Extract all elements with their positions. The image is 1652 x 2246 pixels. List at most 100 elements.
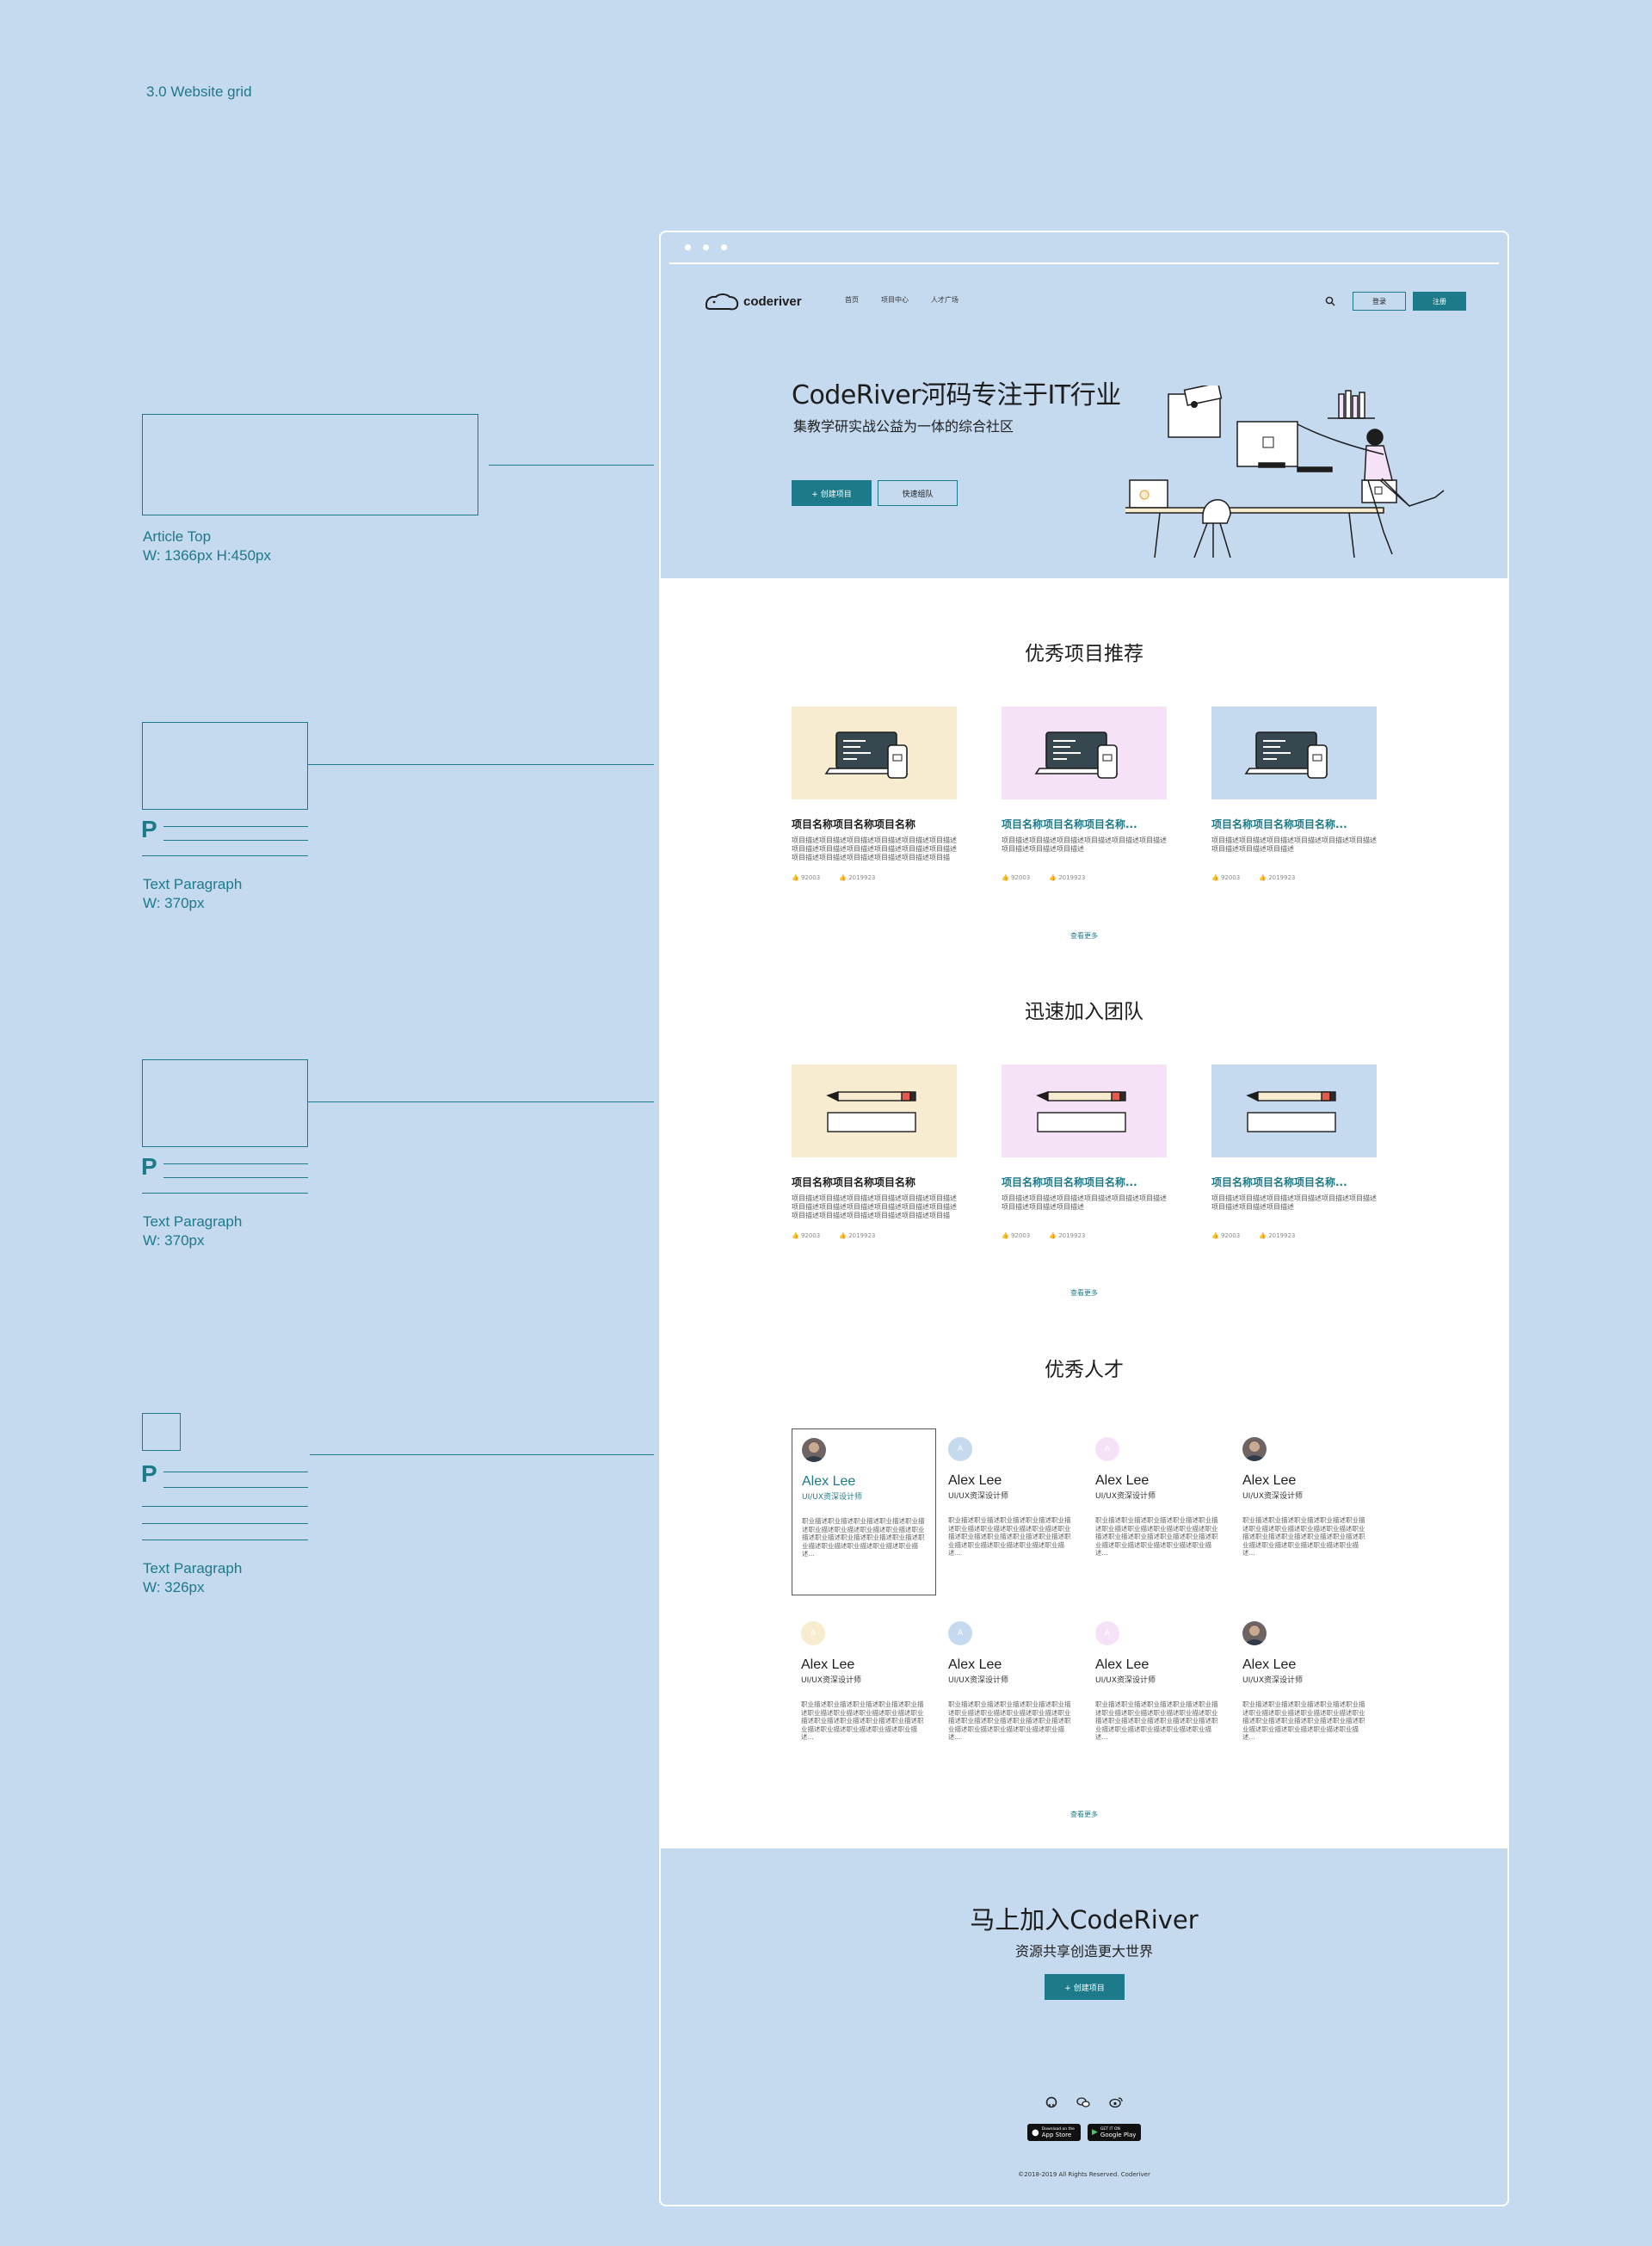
text-line — [163, 826, 308, 827]
avatar: A — [1095, 1621, 1119, 1645]
date-value: 2019923 — [1268, 1232, 1296, 1239]
date: 👍 2019923 — [1049, 1232, 1086, 1239]
project-card[interactable]: 项目名称项目名称项目名称 项目描述项目描述项目描述项目描述项目描述项目描述项目描… — [792, 707, 957, 881]
team-card[interactable]: 项目名称项目名称项目名称 项目描述项目描述项目描述项目描述项目描述项目描述项目描… — [792, 1064, 957, 1239]
date-value: 2019923 — [848, 1232, 876, 1239]
talent-card[interactable]: A Alex Lee UI/UX资深设计师 职业描述职业描述职业描述职业描述职业描述职… — [1086, 1428, 1230, 1595]
talent-name: Alex Lee — [1242, 1473, 1297, 1488]
talent-card[interactable]: A Alex Lee UI/UX资深设计师 职业描述职业描述职业描述职业描述职业描述职… — [792, 1613, 936, 1780]
hero-subtitle: 集教学研实战公益为一体的综合社区 — [793, 418, 1014, 435]
connector-line — [489, 465, 654, 466]
like-count: 👍 92003 — [1002, 1232, 1031, 1239]
project-card[interactable]: 项目名称项目名称项目名称... 项目描述项目描述项目描述项目描述项目描述项目描述… — [1002, 707, 1167, 881]
talent-desc: 职业描述职业描述职业描述职业描述职业描述职业描述职业描述职业描述职业描述职业描述… — [1095, 1516, 1218, 1557]
talent-role: UI/UX资深设计师 — [1095, 1492, 1156, 1501]
talent-card[interactable]: Alex Lee UI/UX资深设计师 职业描述职业描述职业描述职业描述职业描述职业… — [1233, 1613, 1378, 1780]
like-count: 👍 92003 — [1211, 874, 1241, 881]
cta-subtitle: 资源共享创造更大世界 — [1014, 1943, 1153, 1959]
talent-card[interactable]: A Alex Lee UI/UX资深设计师 职业描述职业描述职业描述职业描述职业描述职… — [939, 1428, 1083, 1595]
date-value: 2019923 — [848, 874, 876, 881]
avatar-photo — [1242, 1437, 1267, 1461]
projects-section-title: 优秀项目推荐 — [1025, 643, 1143, 665]
app-store-badge[interactable]: ● Download on the App Store — [1027, 2124, 1081, 2141]
team-title: 项目名称项目名称项目名称... — [1002, 1176, 1137, 1188]
like-value: 92003 — [800, 874, 821, 881]
apple-icon: ● — [1032, 2127, 1039, 2138]
text-line — [163, 1163, 308, 1164]
project-card[interactable]: 项目名称项目名称项目名称... 项目描述项目描述项目描述项目描述项目描述项目描述… — [1211, 707, 1377, 881]
date: 👍 2019923 — [839, 874, 876, 881]
talent-card[interactable]: Alex Lee UI/UX资深设计师 职业描述职业描述职业描述职业描述职业描述职业… — [792, 1428, 936, 1595]
weibo-icon[interactable] — [1109, 2096, 1123, 2108]
connector-line — [308, 1101, 654, 1102]
date-value: 2019923 — [1058, 1232, 1086, 1239]
annotation-size: W: 370px — [143, 1232, 205, 1249]
pencil-ruler-illustration — [826, 1091, 916, 1132]
project-title: 项目名称项目名称项目名称 — [792, 818, 916, 830]
annotation-title: Text Paragraph — [143, 1213, 243, 1230]
quick-team-button[interactable]: 快速组队 — [878, 480, 958, 506]
hero-illustration — [1125, 386, 1445, 558]
brand-logo[interactable]: coderiver — [704, 289, 802, 313]
team-image — [792, 1064, 957, 1157]
team-card[interactable]: 项目名称项目名称项目名称... 项目描述项目描述项目描述项目描述项目描述项目描述… — [1002, 1064, 1167, 1239]
like-value: 92003 — [1010, 874, 1031, 881]
avatar-initial: A — [810, 1629, 817, 1638]
date: 👍 2019923 — [1259, 1232, 1296, 1239]
talent-role: UI/UX资深设计师 — [1095, 1676, 1156, 1685]
avatar-initial: A — [957, 1445, 964, 1453]
teams-more-link[interactable]: 查看更多 — [661, 1288, 1507, 1298]
paragraph-mark: P — [141, 1153, 157, 1180]
nav-link-talents[interactable]: 人才广场 — [931, 295, 959, 305]
project-image — [1211, 707, 1377, 799]
wechat-icon[interactable] — [1076, 2096, 1090, 2108]
create-project-button[interactable]: + 创建项目 — [792, 480, 872, 506]
text-line — [142, 1193, 308, 1194]
window-dots — [685, 244, 727, 250]
social-links — [661, 2096, 1507, 2108]
talent-card[interactable]: A Alex Lee UI/UX资深设计师职业描述职业描述职业描述职业描述职业描述职… — [1086, 1613, 1230, 1780]
avatar-box — [142, 1413, 181, 1451]
projects-more-link[interactable]: 查看更多 — [661, 931, 1507, 941]
avatar-initial: A — [957, 1629, 964, 1638]
talents-more-link[interactable]: 查看更多 — [661, 1810, 1507, 1819]
date: 👍 2019923 — [839, 1232, 876, 1239]
google-play-badge[interactable]: ▶ GET IT ON Google Play — [1088, 2124, 1141, 2141]
team-desc: 项目描述项目描述项目描述项目描述项目描述项目描述项目描述项目描述项目描述 — [1211, 1194, 1377, 1211]
talent-role: UI/UX资深设计师 — [801, 1676, 862, 1685]
github-icon[interactable] — [1045, 2096, 1057, 2108]
login-button[interactable]: 登录 — [1353, 292, 1406, 311]
avatar-initial: A — [1104, 1629, 1111, 1638]
project-title: 项目名称项目名称项目名称... — [1002, 818, 1137, 830]
talent-desc: 职业描述职业描述职业描述职业描述职业描述职业描述职业描述职业描述职业描述职业描述… — [1095, 1700, 1218, 1741]
image-box — [142, 1059, 308, 1147]
team-title: 项目名称项目名称项目名称 — [792, 1176, 916, 1188]
like-value: 92003 — [800, 1232, 821, 1239]
google-play-big: Google Play — [1100, 2132, 1137, 2138]
like-count: 👍 92003 — [1002, 874, 1031, 881]
nav-links: 首页 项目中心 人才广场 — [845, 295, 959, 305]
talent-card[interactable]: Alex Lee UI/UX资深设计师 职业描述职业描述职业描述职业描述职业描述职业… — [1233, 1428, 1378, 1595]
talent-desc: 职业描述职业描述职业描述职业描述职业描述职业描述职业描述职业描述职业描述职业描述… — [948, 1700, 1071, 1741]
like-count: 👍 92003 — [792, 874, 821, 881]
text-line — [142, 1523, 308, 1524]
search-icon[interactable] — [1325, 296, 1335, 306]
article-top-box — [142, 414, 478, 515]
canvas-label: 3.0 Website grid — [146, 83, 252, 100]
date-value: 2019923 — [1058, 874, 1086, 881]
talent-role: UI/UX资深设计师 — [1242, 1676, 1304, 1685]
brand-name: coderiver — [743, 293, 802, 309]
annotation-title: Text Paragraph — [143, 1560, 243, 1577]
signup-button[interactable]: 注册 — [1413, 292, 1466, 311]
talent-name: Alex Lee — [1095, 1657, 1150, 1672]
project-desc: 项目描述项目描述项目描述项目描述项目描述项目描述项目描述项目描述项目描述 — [1002, 836, 1167, 853]
nav-link-projects[interactable]: 项目中心 — [881, 295, 909, 305]
cta-create-button[interactable]: + 创建项目 — [1045, 1974, 1125, 2000]
project-title: 项目名称项目名称项目名称... — [1211, 818, 1347, 830]
project-desc: 项目描述项目描述项目描述项目描述项目描述项目描述项目描述项目描述项目描述项目描述… — [792, 836, 957, 861]
team-card[interactable]: 项目名称项目名称项目名称... 项目描述项目描述项目描述项目描述项目描述项目描述… — [1211, 1064, 1377, 1239]
avatar: A — [801, 1621, 825, 1645]
talent-card[interactable]: A Alex Lee UI/UX资深设计师 职业描述职业描述职业描述职业描述职业描述职… — [939, 1613, 1083, 1780]
talent-name: Alex Lee — [801, 1657, 855, 1672]
nav-link-home[interactable]: 首页 — [845, 295, 859, 305]
